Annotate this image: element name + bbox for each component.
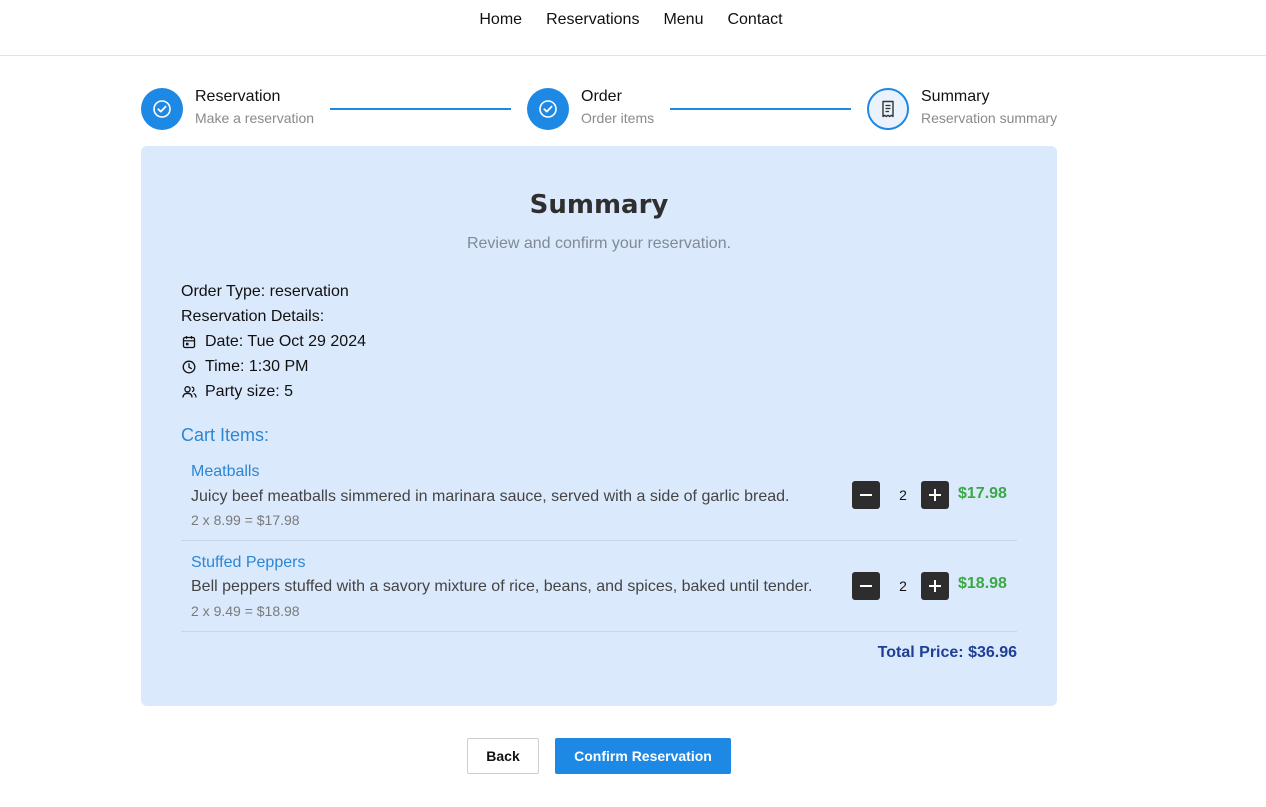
decrease-quantity-button[interactable] [852, 572, 880, 600]
cart-item-calc: 2 x 8.99 = $17.98 [191, 512, 300, 528]
party-size-text: Party size: 5 [205, 383, 294, 400]
check-circle-icon [153, 100, 171, 118]
decrease-quantity-button[interactable] [852, 481, 880, 509]
cart-item-description: Bell peppers stuffed with a savory mixtu… [191, 578, 813, 595]
step-order: Order Order items [527, 88, 654, 130]
top-navigation: Home Reservations Menu Contact [0, 0, 1266, 56]
minus-icon [860, 585, 872, 587]
back-button[interactable]: Back [467, 738, 539, 774]
step-connector [330, 108, 511, 110]
cart-item-name: Meatballs [191, 463, 260, 480]
check-circle-icon [539, 100, 557, 118]
summary-subheading: Review and confirm your reservation. [466, 235, 732, 252]
step-complete-badge [141, 88, 183, 130]
cart-item-name: Stuffed Peppers [191, 554, 306, 571]
step-reservation: Reservation Make a reservation [141, 88, 314, 130]
reservation-details: Order Type: reservation Reservation Deta… [181, 279, 366, 404]
cart-item-price: $17.98 [958, 485, 1007, 502]
step-title: Reservation [195, 88, 281, 105]
party-size: Party size: 5 [181, 379, 366, 404]
cart-item: Stuffed Peppers Bell peppers stuffed wit… [181, 541, 1017, 632]
cart-item-calc: 2 x 9.49 = $18.98 [191, 603, 300, 619]
cart-title: Cart Items: [181, 425, 270, 445]
reservation-time: Time: 1:30 PM [181, 354, 366, 379]
nav-link-contact[interactable]: Contact [727, 11, 782, 29]
cart-item: Meatballs Juicy beef meatballs simmered … [181, 457, 1017, 541]
summary-card: Summary Review and confirm your reservat… [141, 146, 1057, 706]
minus-icon [860, 494, 872, 496]
increase-quantity-button[interactable] [921, 572, 949, 600]
confirm-reservation-button[interactable]: Confirm Reservation [555, 738, 731, 774]
quantity-value: 2 [899, 487, 907, 503]
plus-icon [929, 489, 941, 501]
reservation-date-text: Date: Tue Oct 29 2024 [205, 333, 366, 350]
nav-links: Home Reservations Menu Contact [0, 11, 1266, 29]
step-connector [670, 108, 851, 110]
reservation-date: Date: Tue Oct 29 2024 [181, 329, 366, 354]
step-subtitle: Reservation summary [921, 110, 1058, 126]
reservation-details-label: Reservation Details: [181, 308, 325, 325]
reservation-time-text: Time: 1:30 PM [205, 358, 309, 375]
nav-link-home[interactable]: Home [479, 11, 522, 29]
step-title: Order [581, 88, 622, 105]
plus-icon [929, 580, 941, 592]
calendar-icon [181, 334, 197, 350]
cart-item-price: $18.98 [958, 575, 1007, 592]
step-current-badge [867, 88, 909, 130]
clock-icon [181, 359, 197, 375]
step-title: Summary [921, 88, 990, 105]
step-summary: Summary Reservation summary [867, 88, 1057, 130]
step-subtitle: Order items [581, 110, 655, 126]
cart-item-description: Juicy beef meatballs simmered in marinar… [191, 488, 790, 505]
total-price: Total Price: $36.96 [877, 644, 1017, 661]
order-type: Order Type: reservation [181, 283, 349, 300]
step-complete-badge [527, 88, 569, 130]
step-subtitle: Make a reservation [195, 110, 315, 126]
increase-quantity-button[interactable] [921, 481, 949, 509]
users-icon [181, 384, 197, 400]
summary-heading: Summary [529, 190, 669, 220]
receipt-icon [882, 100, 894, 118]
nav-link-reservations[interactable]: Reservations [546, 11, 639, 29]
quantity-value: 2 [899, 578, 907, 594]
nav-link-menu[interactable]: Menu [663, 11, 703, 29]
